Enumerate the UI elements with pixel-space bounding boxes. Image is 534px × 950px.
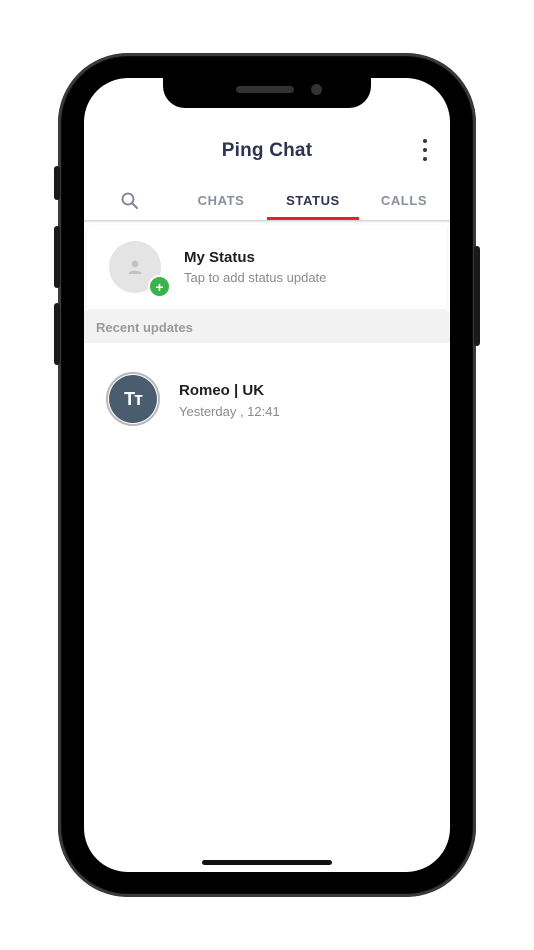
my-status-subtitle: Tap to add status update <box>184 270 327 285</box>
contact-name: Romeo | UK <box>179 382 265 399</box>
search-icon[interactable] <box>118 189 142 213</box>
recent-updates-header: Recent updates <box>84 311 450 343</box>
phone-notch <box>163 78 371 108</box>
phone-volume-up <box>54 226 60 288</box>
app-title: Ping Chat <box>221 140 313 161</box>
status-list-item[interactable]: Tт Romeo | UK Yesterday , 12:41 <box>84 368 450 428</box>
home-indicator[interactable] <box>202 860 332 865</box>
app-screen: Ping Chat CHATS STATUS CALLS + My Status… <box>84 78 450 872</box>
tab-status[interactable]: STATUS <box>268 193 358 208</box>
more-vertical-icon[interactable] <box>420 139 430 161</box>
person-icon <box>128 260 142 274</box>
contact-avatar: Tт <box>109 375 157 423</box>
tab-calls[interactable]: CALLS <box>368 193 440 208</box>
phone-speaker <box>236 86 294 93</box>
phone-side-button <box>54 166 60 200</box>
my-status-row[interactable]: + My Status Tap to add status update <box>87 225 447 309</box>
status-timestamp: Yesterday , 12:41 <box>179 404 280 419</box>
phone-camera <box>311 84 322 95</box>
phone-power-button <box>474 246 480 346</box>
phone-volume-down <box>54 303 60 365</box>
tab-bar: CHATS STATUS CALLS <box>84 183 450 223</box>
tab-bar-shadow <box>84 220 450 223</box>
my-status-title: My Status <box>184 249 255 266</box>
plus-icon[interactable]: + <box>148 275 171 298</box>
tab-chats[interactable]: CHATS <box>184 193 258 208</box>
section-label: Recent updates <box>96 320 193 335</box>
